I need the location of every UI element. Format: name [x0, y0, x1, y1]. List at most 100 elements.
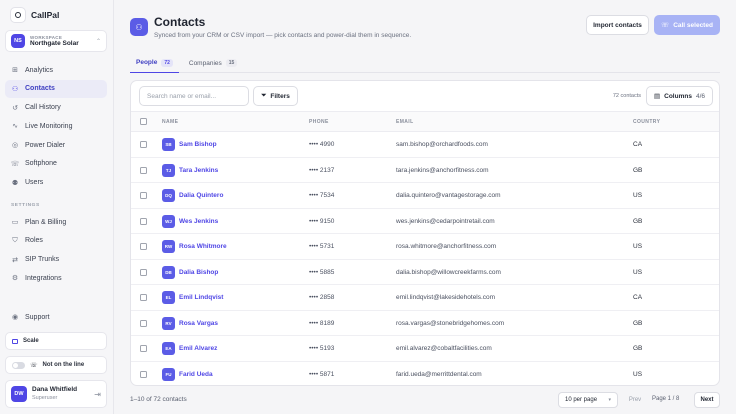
line-status-toggle[interactable]: [12, 361, 25, 369]
sidebar-item-softphone[interactable]: ☏ Softphone: [5, 155, 107, 173]
contact-country: CA: [633, 141, 643, 148]
row-checkbox[interactable]: [140, 370, 147, 378]
nav-settings: ▭ Plan & Billing ⛉ Roles ⇄ SIP Trunks ⚙ Integra…: [5, 213, 107, 288]
nav-support: ◉ Support: [5, 308, 107, 327]
contact-avatar: TJ: [162, 163, 175, 177]
sidebar-item-plan-billing[interactable]: ▭ Plan & Billing: [5, 213, 107, 231]
table-row[interactable]: EL Emil Lindqvist •••• 2858 emil.lindqvist@…: [131, 285, 719, 311]
sidebar-item-call-history[interactable]: ↺ Call History: [5, 99, 107, 117]
row-checkbox[interactable]: [140, 268, 147, 276]
contact-name[interactable]: Rosa Vargas: [179, 320, 218, 327]
header-phone[interactable]: PHONE: [309, 119, 329, 125]
sidebar-item-roles[interactable]: ⛉ Roles: [5, 232, 107, 250]
row-checkbox[interactable]: [140, 166, 147, 174]
support-icon: ◉: [11, 314, 19, 321]
contact-name[interactable]: Emil Alvarez: [179, 345, 217, 352]
select-all-checkbox[interactable]: [140, 118, 147, 125]
user-menu[interactable]: DW Dana Whitfield Superuser ⇥: [5, 380, 107, 408]
call-selected-label: Call selected: [673, 21, 713, 29]
sidebar-item-contacts[interactable]: ⚇ Contacts: [5, 79, 107, 98]
table-row[interactable]: DQ Dalia Quintero •••• 7534 dalia.quintero@…: [131, 183, 719, 209]
table-row[interactable]: TJ Tara Jenkins •••• 2137 tara.jenkins@anch…: [131, 158, 719, 183]
integrations-icon: ⚙: [11, 275, 19, 283]
contact-name[interactable]: Dalia Bishop: [179, 269, 218, 276]
filter-icon: ⏷: [261, 92, 267, 99]
plan-badge[interactable]: Scale: [5, 332, 107, 350]
contact-email: tara.jenkins@anchorfitness.com: [396, 166, 489, 174]
per-page-select[interactable]: 10 per page ▾: [558, 392, 618, 408]
table-row[interactable]: EA Emil Alvarez •••• 5193 emil.alvarez@coba…: [131, 336, 719, 362]
next-button[interactable]: Next: [694, 392, 720, 408]
table-row[interactable]: WJ Wes Jenkins •••• 9150 wes.jenkins@cedarp…: [131, 209, 719, 234]
filters-button[interactable]: ⏷ Filters: [253, 86, 298, 106]
contact-name[interactable]: Emil Lindqvist: [179, 294, 223, 301]
sidebar-item-power-dialer[interactable]: ◎ Power Dialer: [5, 136, 107, 154]
contact-phone: •••• 8189: [309, 319, 335, 327]
line-status-label: Not on the line: [42, 362, 85, 368]
tab-people[interactable]: People 72: [130, 53, 179, 73]
workspace-name: Northgate Solar: [30, 39, 79, 47]
logout-icon[interactable]: ⇥: [94, 390, 101, 399]
columns-button[interactable]: ▤ Columns 4/6: [646, 86, 713, 106]
prev-button[interactable]: Prev: [623, 392, 647, 408]
contact-name[interactable]: Wes Jenkins: [179, 218, 218, 225]
contact-country: US: [633, 370, 643, 378]
tab-label: People: [136, 59, 158, 66]
table-row[interactable]: SB Sam Bishop •••• 4990 sam.bishop@orchardf…: [131, 132, 719, 158]
sidebar-item-support[interactable]: ◉ Support: [5, 308, 107, 326]
row-checkbox[interactable]: [140, 294, 147, 301]
contact-name[interactable]: Sam Bishop: [179, 141, 217, 148]
contact-name[interactable]: Farid Ueda: [179, 371, 213, 378]
call-selected-button[interactable]: ☏ Call selected: [654, 15, 720, 35]
row-checkbox[interactable]: [140, 192, 147, 199]
table-row[interactable]: FU Farid Ueda •••• 5871 farid.ueda@merrittd…: [131, 362, 719, 386]
contact-country: US: [633, 268, 643, 276]
row-checkbox[interactable]: [140, 141, 147, 148]
contact-avatar: RW: [162, 240, 175, 253]
contact-name[interactable]: Tara Jenkins: [179, 167, 218, 174]
phone-icon: ☏: [30, 362, 38, 369]
search-box[interactable]: [139, 86, 249, 106]
header-country[interactable]: COUNTRY: [633, 119, 660, 125]
header-email[interactable]: EMAIL: [396, 119, 414, 125]
pulse-icon: ∿: [12, 123, 18, 131]
sidebar-item-label: Call History: [25, 104, 61, 112]
contact-name[interactable]: Rosa Whitmore: [179, 243, 227, 250]
table-header: NAME PHONE EMAIL COUNTRY: [131, 111, 719, 132]
header-name[interactable]: NAME: [162, 119, 178, 125]
workspace-switcher[interactable]: NS WORKSPACE Northgate Solar ⌃: [5, 30, 107, 52]
table-row[interactable]: RV Rosa Vargas •••• 8189 rosa.vargas@stoneb…: [131, 311, 719, 336]
row-checkbox[interactable]: [140, 319, 147, 327]
contact-country: GB: [633, 217, 643, 225]
sidebar-item-live-monitoring[interactable]: ∿ Live Monitoring: [5, 117, 107, 135]
contact-avatar: RV: [162, 316, 175, 330]
sidebar-item-analytics[interactable]: ⊞ Analytics: [5, 61, 107, 79]
contact-avatar: DB: [162, 265, 175, 279]
chart-icon: ⊞: [12, 67, 18, 74]
sidebar-item-sip-trunks[interactable]: ⇄ SIP Trunks: [5, 251, 107, 269]
shield-icon: ⛉: [12, 236, 18, 244]
brand[interactable]: CallPal: [10, 6, 59, 24]
row-checkbox[interactable]: [140, 217, 147, 225]
sidebar-item-integrations[interactable]: ⚙ Integrations: [5, 269, 107, 287]
page-title: Contacts: [154, 15, 206, 29]
table-row[interactable]: RW Rosa Whitmore •••• 5731 rosa.whitmore@an…: [131, 234, 719, 260]
contact-email: wes.jenkins@cedarpointretail.com: [396, 217, 495, 225]
page-subtitle: Synced from your CRM or CSV import — pic…: [154, 32, 412, 39]
line-status[interactable]: ☏ Not on the line: [5, 356, 107, 374]
table-row[interactable]: DB Dalia Bishop •••• 5885 dalia.bishop@will…: [131, 260, 719, 285]
tab-label: Companies: [188, 59, 222, 67]
row-checkbox[interactable]: [140, 243, 147, 250]
sidebar-item-users[interactable]: ⚉ Users: [5, 174, 107, 192]
user-role: Superuser: [32, 394, 58, 401]
search-input[interactable]: [147, 92, 241, 100]
tab-companies[interactable]: Companies 15: [183, 53, 243, 73]
import-contacts-button[interactable]: Import contacts: [586, 15, 649, 35]
card-icon: ▭: [11, 219, 19, 226]
row-checkbox[interactable]: [140, 345, 147, 352]
contacts-icon: ⚇: [11, 85, 19, 93]
contact-country: US: [633, 192, 643, 199]
contact-name[interactable]: Dalia Quintero: [179, 192, 223, 199]
sidebar-item-label: Plan & Billing: [25, 218, 67, 226]
nav-main: ⊞ Analytics ⚇ Contacts ↺ Call History ∿ Live Mo…: [5, 61, 107, 193]
